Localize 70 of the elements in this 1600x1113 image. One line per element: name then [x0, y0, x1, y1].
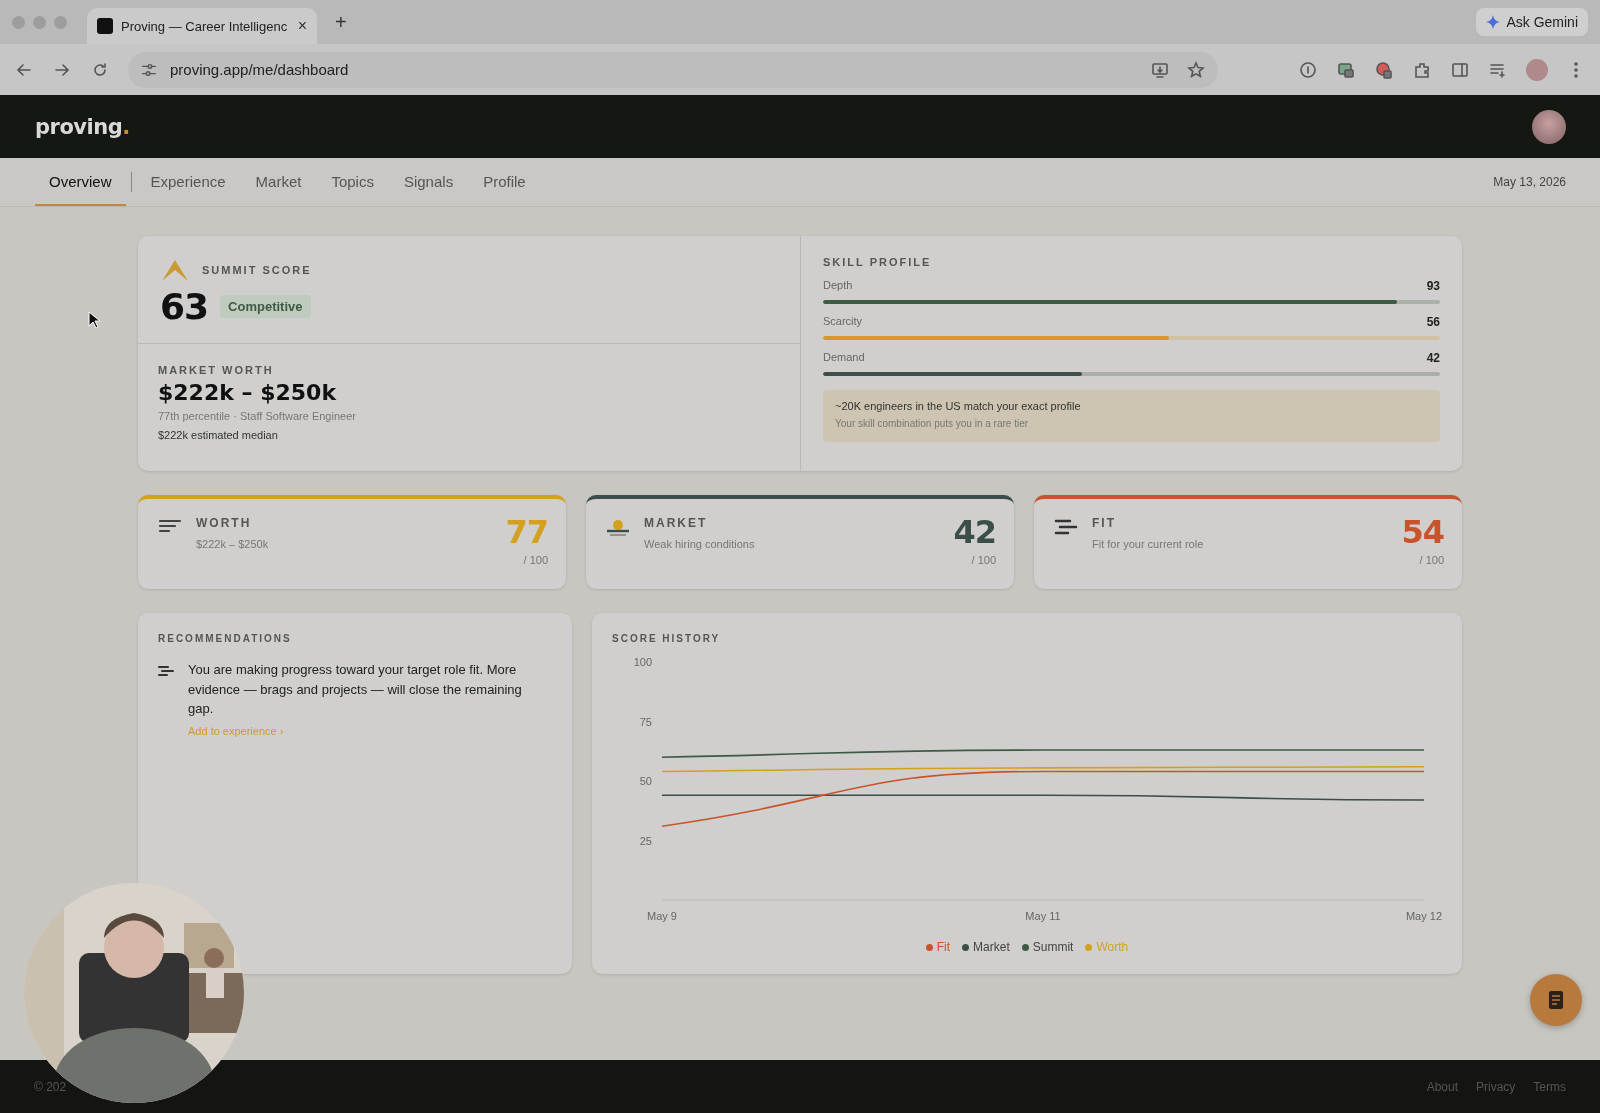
star-icon[interactable]	[1186, 59, 1206, 80]
section-label: MARKET WORTH	[158, 364, 275, 376]
footer-link[interactable]: Terms	[1533, 1079, 1566, 1094]
nav-tab[interactable]: Signals	[389, 158, 468, 206]
median-text: $222k estimated median	[158, 429, 279, 441]
axis-label: 25	[639, 834, 652, 847]
score-label: MARKET	[644, 516, 709, 530]
score-value: 42	[953, 516, 996, 548]
score-detail: Weak hiring conditions	[644, 538, 756, 550]
nav-tab[interactable]: Overview	[35, 158, 126, 206]
banner-headline: ~20K engineers in the US match your exact profile	[835, 400, 1082, 412]
sparkle-icon	[1486, 15, 1501, 29]
legend-label: Worth	[1096, 940, 1129, 954]
cursor-icon	[88, 311, 100, 329]
score-detail: $222k – $250k	[196, 538, 270, 550]
floating-action-button[interactable]	[1530, 974, 1582, 1026]
close-tab-button[interactable]: ×	[297, 17, 307, 35]
summit-score: 63	[160, 286, 209, 327]
score-value: 54	[1401, 516, 1444, 548]
percentile-text: 77th percentile · Staff Software Engineer	[158, 410, 357, 422]
date-label: May 13, 2026	[1493, 175, 1566, 189]
skill-value: 42	[1426, 351, 1440, 365]
recommendation-text: You are making progress toward your target role fit. More evidence — brags and projects — will close the remaining gap.	[188, 661, 523, 718]
score-scale: / 100	[1418, 554, 1444, 566]
mountain-icon	[160, 258, 190, 282]
score-scale: / 100	[970, 554, 996, 566]
score-label: WORTH	[196, 516, 253, 530]
skill-value: 56	[1426, 315, 1440, 329]
nav-tab[interactable]: Experience	[136, 158, 240, 206]
site-icon	[97, 18, 113, 34]
list-icon	[158, 664, 174, 678]
section-label: SUMMIT SCORE	[202, 264, 312, 276]
skill-name: Depth	[823, 279, 853, 293]
gemini-button[interactable]: Ask Gemini	[1476, 8, 1588, 36]
legend-label: Fit	[936, 940, 951, 954]
nav-tab[interactable]: Profile	[469, 158, 540, 206]
nav-tab[interactable]: Topics	[317, 158, 388, 206]
status-badge: Competitive	[220, 295, 311, 318]
legend-label: Summit	[1032, 940, 1074, 954]
banner-detail: Your skill combination puts you in a rare tier	[835, 418, 1030, 429]
logo[interactable]: proving.	[35, 114, 130, 139]
footer-link[interactable]: Privacy	[1476, 1079, 1516, 1094]
nav-tab[interactable]: Market	[241, 158, 316, 206]
axis-label: May 9	[647, 910, 677, 922]
axis-label: 100	[633, 656, 652, 668]
axis-label: May 11	[1025, 910, 1061, 922]
axis-label: 75	[639, 715, 652, 728]
skill-value: 93	[1426, 279, 1440, 293]
extension-icon[interactable]	[1374, 59, 1394, 80]
skill-name: Demand	[823, 351, 865, 365]
footer-link[interactable]: About	[1426, 1079, 1458, 1094]
address-bar[interactable]: proving.app/me/dashboard	[128, 51, 1218, 88]
section-label: RECOMMENDATIONS	[158, 633, 293, 644]
worth-range: $222k – $250k	[158, 380, 338, 405]
notepad-icon	[1547, 990, 1565, 1010]
browser-tab[interactable]: Proving — Career Intelligenc ×	[87, 8, 317, 44]
user-avatar[interactable]	[1532, 109, 1566, 144]
skill-name: Scarcity	[823, 315, 863, 329]
extension-icon[interactable]	[1298, 59, 1318, 80]
score-scale: / 100	[522, 554, 548, 566]
score-label: FIT	[1092, 516, 1117, 530]
section-label: SCORE HISTORY	[612, 633, 722, 644]
score-detail: Fit for your current role	[1092, 538, 1205, 550]
new-tab-button[interactable]: +	[329, 9, 353, 35]
axis-label: May 12	[1405, 910, 1442, 922]
score-value: 77	[505, 516, 548, 548]
legend-label: Market	[973, 940, 1010, 954]
copyright-text: © 202	[34, 1079, 67, 1094]
section-label: SKILL PROFILE	[823, 256, 933, 268]
axis-label: 50	[639, 775, 652, 787]
